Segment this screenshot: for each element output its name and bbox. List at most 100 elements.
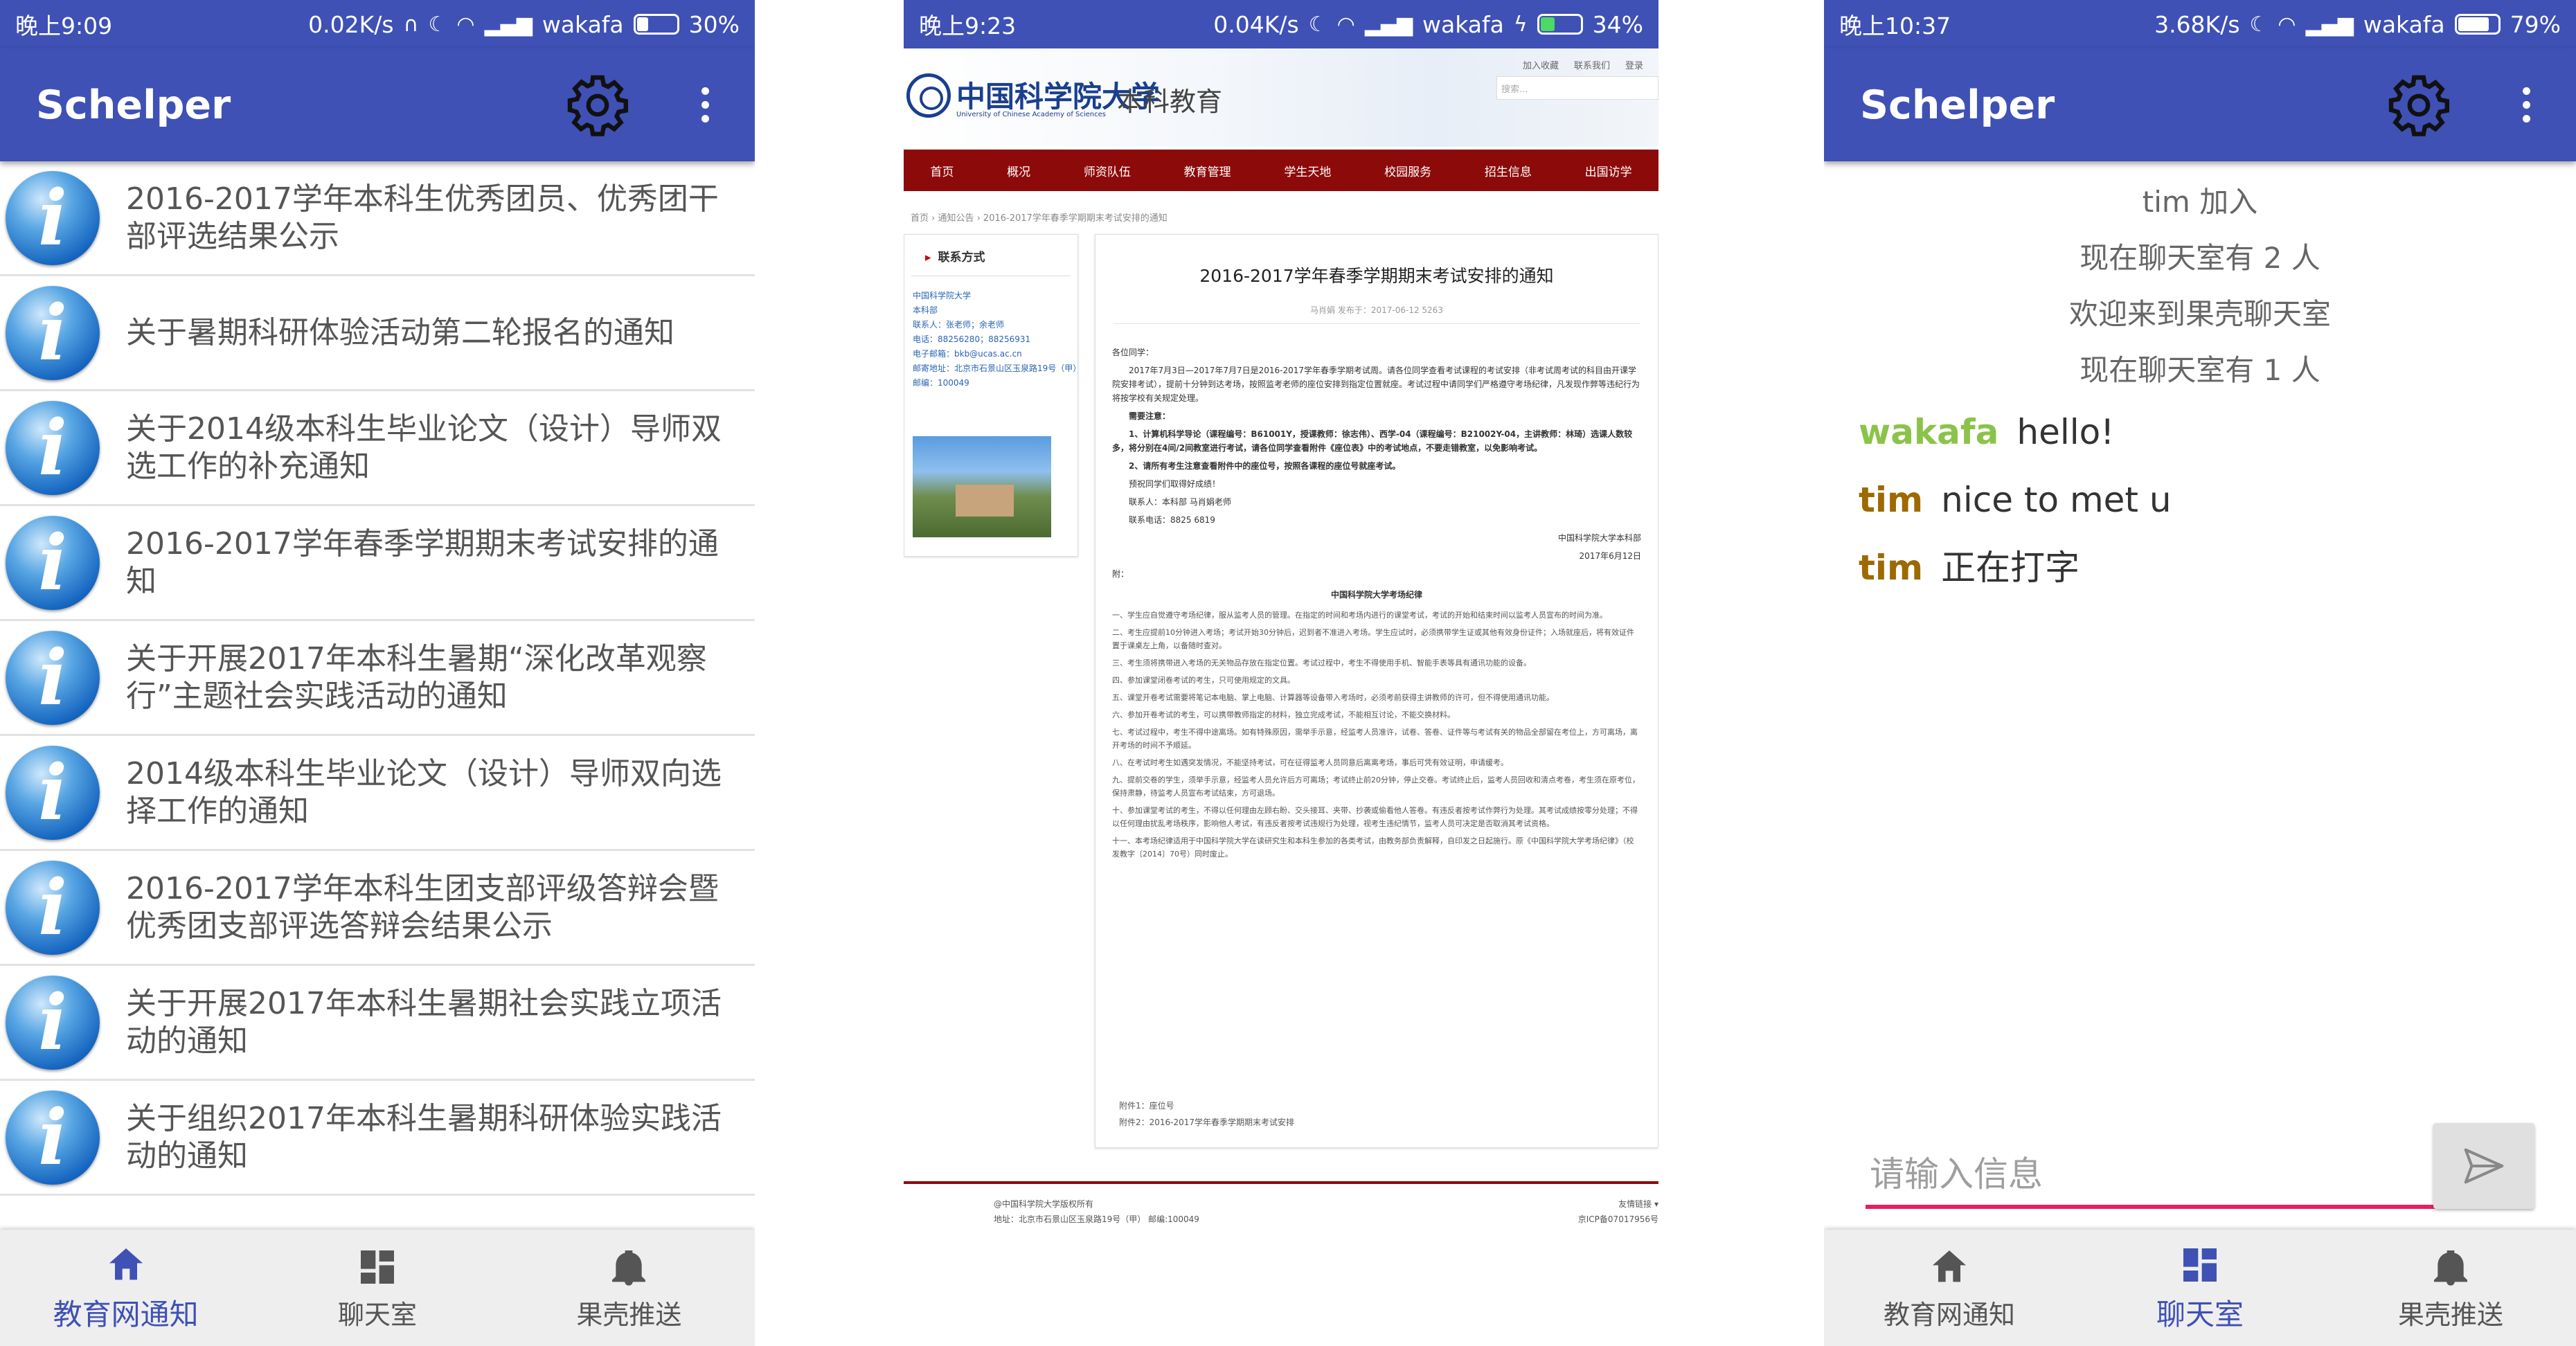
attachment-link[interactable]: 附件1：座位号	[1119, 1097, 1294, 1114]
nav-chat[interactable]: 聊天室	[2075, 1230, 2325, 1346]
news-list-item[interactable]: i 2016-2017学年本科生优秀团员、优秀团干部评选结果公示	[0, 161, 755, 276]
news-list-item[interactable]: i 2016-2017学年春季学期期末考试安排的通知	[0, 506, 755, 621]
battery-icon	[1537, 14, 1583, 35]
carrier-name: wakafa	[1422, 10, 1504, 38]
article: 2016-2017学年春季学期期末考试安排的通知 马肖娟 发布于：2017-06…	[1095, 234, 1658, 1148]
nav-push-label: 果壳推送	[2397, 1299, 2503, 1330]
news-title: 关于开展2017年本科生暑期“深化改革观察行”主题社会实践活动的通知	[126, 640, 707, 714]
contact-line: 本科部	[913, 305, 938, 315]
site-menu: 首页 概况 师资队伍 教育管理 学生天地 校园服务 招生信息 出国访学	[904, 150, 1658, 191]
friend-links[interactable]: 友情链接 ▾	[1578, 1196, 1658, 1212]
settings-gear-icon[interactable]	[2381, 67, 2457, 143]
copyright: @中国科学院大学版权所有	[994, 1199, 1094, 1209]
wifi-icon: ◠	[2278, 12, 2296, 37]
site-search-input[interactable]: 搜索...	[1496, 76, 1658, 100]
info-icon: i	[6, 630, 100, 725]
contact-title: 联系方式	[904, 235, 1077, 264]
rule-item: 十一、本考场纪律适用于中国科学院大学在读研究生和本科生参加的各类考试，由教务部负…	[1112, 836, 1634, 859]
system-message: 现在聊天室有 1 人	[2079, 353, 2320, 387]
site-header: 中国科学院大学 University of Chinese Academy of…	[904, 48, 1658, 147]
home-icon	[1933, 1250, 1966, 1282]
contact-line: 电子邮箱：bkb@ucas.ac.cn	[913, 349, 1022, 359]
contact-person: 联系人：本科部 马肖娟老师	[1129, 497, 1231, 507]
moon-icon: ☾	[1308, 12, 1327, 37]
send-button[interactable]	[2433, 1123, 2534, 1209]
nav-chat[interactable]: 聊天室	[251, 1230, 503, 1346]
status-bar: 晚上10:37 3.68K/s ☾ ◠ ▂▄▆ wakafa 79%	[1824, 0, 2576, 48]
rule-item: 一、学生应自觉遵守考场纪律，服从监考人员的管理。在指定的时间和考场内进行的课堂考…	[1112, 611, 1607, 620]
news-list-item[interactable]: i 关于暑期科研体验活动第二轮报名的通知	[0, 276, 755, 391]
battery-icon	[633, 14, 679, 35]
site-menu-item[interactable]: 首页	[930, 162, 954, 179]
carrier-name: wakafa	[2363, 10, 2445, 38]
news-title: 2014级本科生毕业论文（设计）导师双向选择工作的通知	[126, 755, 722, 829]
nav-notice[interactable]: 教育网通知	[0, 1230, 251, 1346]
news-list-item[interactable]: i 2016-2017学年本科生团支部评级答辩会暨优秀团支部评选答辩会结果公示	[0, 851, 755, 966]
nav-push[interactable]: 果壳推送	[503, 1230, 755, 1346]
site-menu-item[interactable]: 招生信息	[1485, 162, 1532, 179]
news-title: 2016-2017学年本科生团支部评级答辩会暨优秀团支部评选答辩会结果公示	[126, 870, 719, 944]
nav-chat-label: 聊天室	[2156, 1297, 2244, 1331]
system-message: 现在聊天室有 2 人	[2079, 241, 2320, 275]
overflow-menu-icon[interactable]	[691, 87, 719, 123]
greeting: 各位同学：	[1112, 348, 1154, 357]
date: 2017年6月12日	[1579, 551, 1641, 561]
chat-input-bar	[1824, 1123, 2576, 1230]
phone-screen-webview: 晚上9:23 0.04K/s ☾ ◠ ▂▄▆ wakafa ϟ 34% 中国科学…	[904, 0, 1658, 1346]
rule-item: 三、考生须将携带进入考场的无关物品存放在指定位置。考试过程中，考生不得使用手机、…	[1112, 658, 1531, 667]
nav-notice-label: 教育网通知	[53, 1297, 199, 1331]
battery-percent: 34%	[1592, 10, 1643, 38]
news-list-item[interactable]: i 关于组织2017年本科生暑期科研体验实践活动的通知	[0, 1081, 755, 1196]
contact-line: 邮寄地址：北京市石景山区玉泉路19号（甲）	[913, 364, 1082, 373]
chat-message: tim 正在打字	[1824, 534, 2576, 602]
nav-notice[interactable]: 教育网通知	[1824, 1230, 2075, 1346]
status-bar: 晚上9:23 0.04K/s ☾ ◠ ▂▄▆ wakafa ϟ 34%	[904, 0, 1658, 48]
dashboard-icon	[2183, 1248, 2217, 1282]
site-menu-item[interactable]: 学生天地	[1284, 162, 1331, 179]
news-list-item[interactable]: i 关于2014级本科生毕业论文（设计）导师双选工作的补充通知	[0, 391, 755, 506]
link-contact[interactable]: 联系我们	[1574, 58, 1610, 71]
dashboard-icon	[360, 1250, 394, 1284]
link-bookmark[interactable]: 加入收藏	[1523, 58, 1559, 71]
attachments: 附件1：座位号 附件2：2016-2017学年春季学期期末考试安排	[1119, 1097, 1294, 1131]
site-menu-item[interactable]: 教育管理	[1184, 162, 1231, 179]
moon-icon: ☾	[2249, 12, 2269, 37]
site-menu-item[interactable]: 概况	[1007, 162, 1030, 179]
signature: 中国科学院大学本科部	[1557, 533, 1641, 543]
wish: 预祝同学们取得好成绩！	[1129, 479, 1221, 489]
attach-label: 附：	[1112, 569, 1129, 579]
news-list-item[interactable]: i 关于开展2017年本科生暑期社会实践立项活动的通知	[0, 966, 755, 1081]
message-text: 正在打字	[1941, 548, 2080, 588]
news-list-item[interactable]: i 关于开展2017年本科生暑期“深化改革观察行”主题社会实践活动的通知	[0, 621, 755, 736]
message-user: tim	[1859, 480, 1924, 520]
phone-screen-chat: 晚上10:37 3.68K/s ☾ ◠ ▂▄▆ wakafa 79% Schel…	[1824, 0, 2576, 1346]
site-subtitle: 本科教育	[1117, 87, 1223, 117]
home-icon	[109, 1248, 143, 1280]
send-icon	[2464, 1148, 2504, 1184]
chat-message: wakafa hello!	[1824, 398, 2576, 466]
system-message: 欢迎来到果壳聊天室	[2068, 297, 2331, 331]
note-1: 1、计算机科学导论（课程编号：B61001Y，授课教师：徐志伟）、西学-04（课…	[1112, 429, 1633, 453]
overflow-menu-icon[interactable]	[2512, 87, 2540, 123]
status-bar: 晚上9:09 0.02K/s ∩ ☾ ◠ ▂▄▆ wakafa 30%	[0, 0, 755, 48]
breadcrumb[interactable]: 首页 › 通知公告 › 2016-2017学年春季学期期末考试安排的通知	[911, 210, 1168, 224]
nav-push[interactable]: 果壳推送	[2325, 1230, 2576, 1346]
message-input[interactable]	[1866, 1144, 2457, 1209]
site-menu-item[interactable]: 师资队伍	[1084, 162, 1131, 179]
article-body: 各位同学： 2017年7月3日—2017年7月7日是2016-2017学年春季学…	[1112, 346, 1641, 865]
rule-item: 六、参加开卷考试的考生，可以携带教师指定的材料，独立完成考试，不能相互讨论，不能…	[1112, 710, 1455, 719]
chat-message: tim nice to met u	[1824, 466, 2576, 534]
nav-notice-label: 教育网通知	[1883, 1299, 2015, 1330]
info-icon: i	[6, 170, 100, 265]
carrier-name: wakafa	[542, 10, 624, 38]
status-right: 0.04K/s ☾ ◠ ▂▄▆ wakafa ϟ 34%	[1213, 11, 1643, 38]
contact-line: 邮编：100049	[913, 378, 969, 388]
system-message: tim 加入	[2142, 185, 2258, 219]
signal-icon: ▂▄▆	[2305, 12, 2354, 37]
site-menu-item[interactable]: 校园服务	[1384, 162, 1431, 179]
site-menu-item[interactable]: 出国访学	[1585, 162, 1632, 179]
news-list-item[interactable]: i 2014级本科生毕业论文（设计）导师双向选择工作的通知	[0, 736, 755, 851]
attachment-link[interactable]: 附件2：2016-2017学年春季学期期末考试安排	[1119, 1114, 1294, 1131]
settings-gear-icon[interactable]	[560, 67, 636, 143]
link-login[interactable]: 登录	[1625, 58, 1643, 71]
